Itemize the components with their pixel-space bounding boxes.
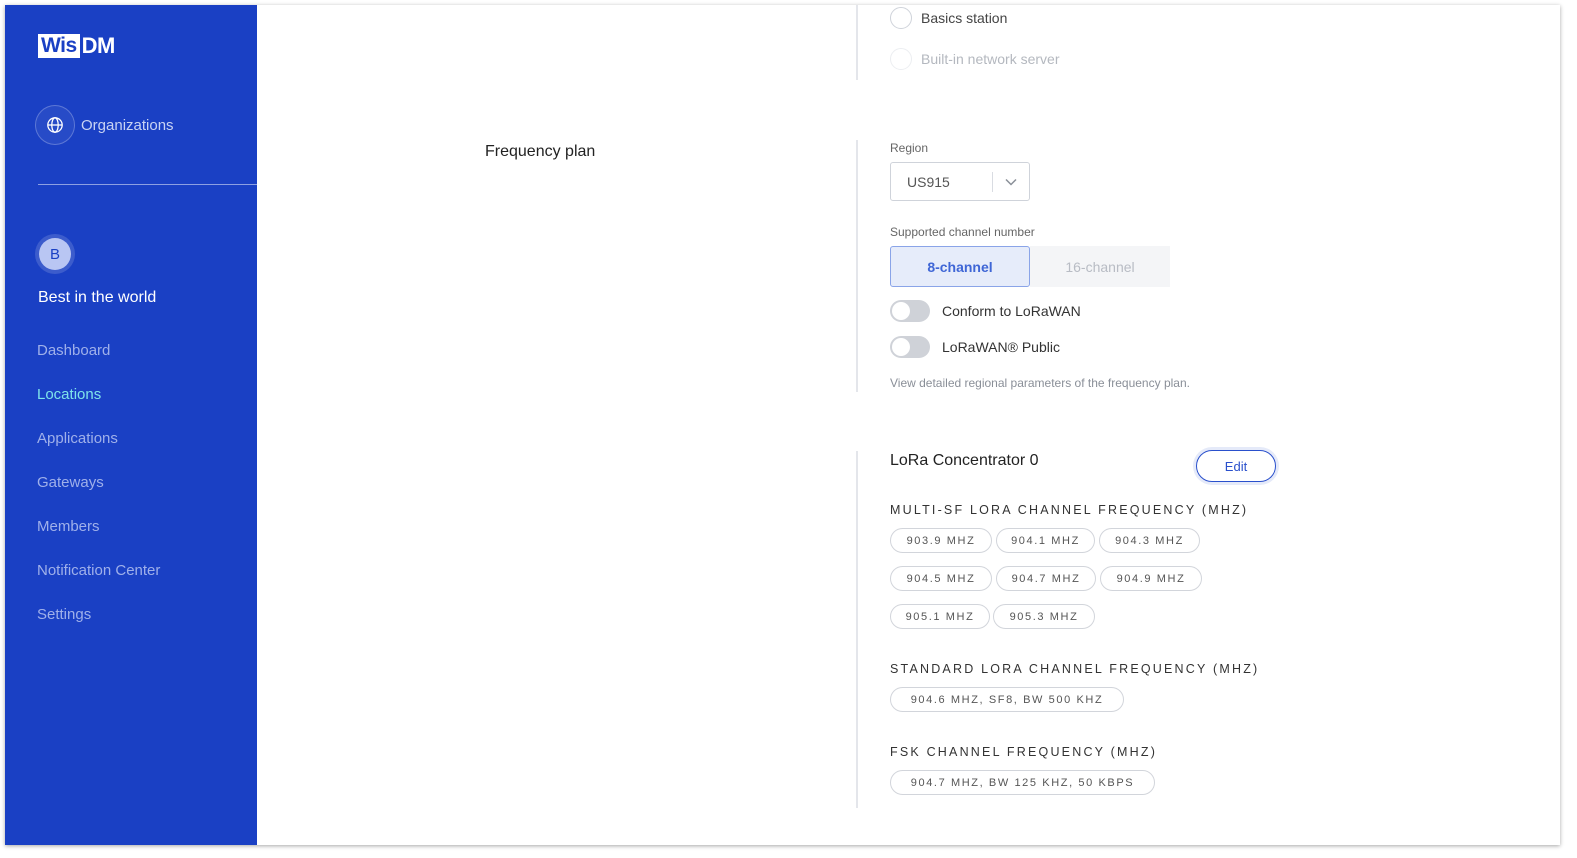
sidebar-item-applications[interactable]: Applications [37,423,160,467]
main-content: Basics station Built-in network server F… [257,5,1560,845]
channel-chip: 904.9 MHz [1100,566,1202,591]
organizations-label: Organizations [81,116,174,134]
toggle-lorawan-public[interactable]: LoRaWAN® Public [890,336,1060,358]
toggle-switch[interactable] [890,336,930,358]
app-window: Wis DM Organizations B Best in the world… [5,5,1560,845]
sidebar-item-locations[interactable]: Locations [37,379,160,423]
toggle-label: LoRaWAN® Public [942,339,1060,355]
sidebar-item-members[interactable]: Members [37,511,160,555]
channel-chip: 904.5 MHz [890,566,992,591]
channel-option-8[interactable]: 8-channel [890,246,1030,287]
channel-chip: 904.7 MHz [996,566,1096,591]
sidebar-item-notification-center[interactable]: Notification Center [37,555,160,599]
sidebar: Wis DM Organizations B Best in the world… [5,5,257,845]
standard-channel-chip: 904.6 MHz, SF8, BW 500 kHz [890,687,1124,712]
toggle-conform-lorawan[interactable]: Conform to LoRaWAN [890,300,1081,322]
toggle-switch[interactable] [890,300,930,322]
sidebar-item-gateways[interactable]: Gateways [37,467,160,511]
multi-sf-heading: Multi-SF LoRa channel frequency (MHz) [890,503,1249,517]
channel-chip: 905.3 MHz [993,604,1095,629]
radio-label: Built-in network server [921,51,1060,67]
region-value: US915 [907,173,950,190]
toggle-label: Conform to LoRaWAN [942,303,1081,319]
globe-icon [35,105,75,145]
fsk-channel-chip: 904.7 MHz, BW 125 kHz, 50 kbps [890,770,1155,795]
channel-chip: 903.9 MHz [890,528,992,553]
sidebar-nav: Dashboard Locations Applications Gateway… [37,335,160,643]
frequency-plan-hint[interactable]: View detailed regional parameters of the… [890,376,1190,390]
organization-name: Best in the world [38,289,157,306]
channel-number-label: Supported channel number [890,225,1035,239]
channel-chip: 905.1 MHz [890,604,990,629]
region-label: Region [890,141,929,155]
radio-circle[interactable] [890,7,912,29]
logo-wis: Wis [38,34,80,58]
section-divider-work-mode [856,5,858,80]
avatar-initial: B [39,238,71,270]
frequency-plan-title: Frequency plan [485,143,596,160]
channel-option-16[interactable]: 16-channel [1030,246,1170,287]
logo-dm: DM [81,33,116,58]
radio-label: Basics station [921,10,1008,26]
concentrator-title: LoRa Concentrator 0 [890,452,1039,469]
standard-lora-heading: Standard LoRa channel frequency (MHz) [890,662,1260,676]
section-divider-concentrator [856,451,858,808]
wisdm-logo[interactable]: Wis DM [38,33,115,59]
channel-number-toggle: 8-channel 16-channel [890,246,1170,287]
section-divider-frequency [856,140,858,392]
chevron-down-icon[interactable] [993,178,1029,186]
radio-circle[interactable] [890,48,912,70]
sidebar-divider [38,184,257,185]
edit-button[interactable]: Edit [1196,450,1276,482]
radio-built-in-network-server[interactable]: Built-in network server [890,48,1060,70]
region-select[interactable]: US915 [890,162,1030,201]
channel-chip: 904.3 MHz [1099,528,1200,553]
organizations-link[interactable]: Organizations [35,105,174,145]
channel-chip: 904.1 MHz [996,528,1095,553]
radio-basics-station[interactable]: Basics station [890,7,1007,29]
avatar[interactable]: B [35,234,75,274]
fsk-heading: FSK channel frequency (MHz) [890,745,1158,759]
sidebar-item-dashboard[interactable]: Dashboard [37,335,160,379]
sidebar-item-settings[interactable]: Settings [37,599,160,643]
